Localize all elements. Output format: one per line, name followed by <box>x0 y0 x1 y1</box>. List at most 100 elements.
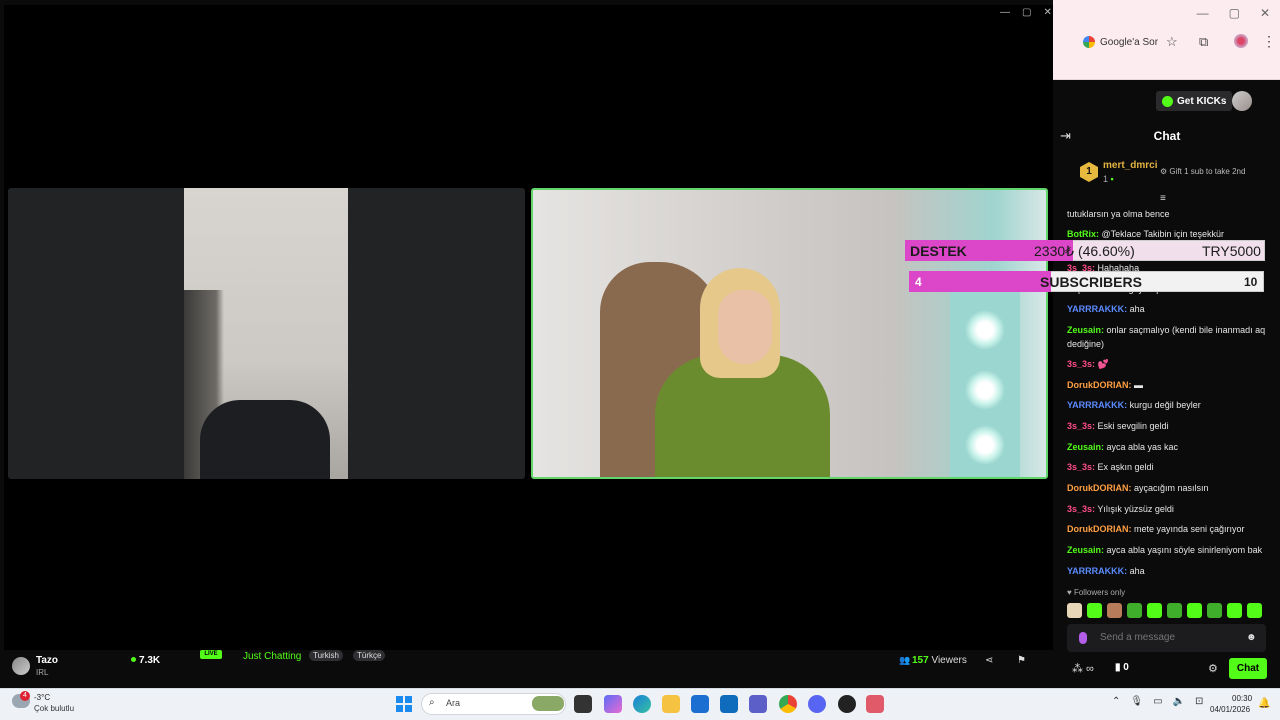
chat-text: ayca abla yas kac <box>1104 442 1179 452</box>
store-icon[interactable] <box>691 695 709 713</box>
live-badge: LIVE <box>200 650 222 659</box>
chat-message: YARRRAKKK: aha <box>1067 302 1267 316</box>
scroll-down-icon[interactable]: ≡ <box>1160 193 1166 204</box>
chevron-up-icon[interactable]: ⌃ <box>1112 696 1120 707</box>
emoji-icon[interactable]: ☻ <box>1246 632 1257 643</box>
collapse-chat-icon[interactable]: ⇥ <box>1060 128 1071 144</box>
close-icon[interactable]: ✕ <box>1043 7 1051 18</box>
chat-text: ayca abla yaşını söyle sinirleniyom bak <box>1104 545 1263 555</box>
chair-shape <box>200 400 330 479</box>
person-face-shape <box>718 290 772 364</box>
chat-username[interactable]: BotRix: <box>1067 229 1099 239</box>
chat-username[interactable]: YARRRAKKK: <box>1067 566 1127 576</box>
chat-username[interactable]: Zeusain: <box>1067 442 1104 452</box>
search-highlight-image <box>532 696 564 711</box>
browser-menu-icon[interactable]: ⋮ <box>1262 33 1276 50</box>
emote-icon[interactable] <box>1107 603 1122 618</box>
followers-only-notice: ♥ Followers only <box>1067 588 1126 597</box>
emote-icon[interactable] <box>1067 603 1082 618</box>
emote-icon[interactable] <box>1087 603 1102 618</box>
chat-username[interactable]: 3s_3s: <box>1067 421 1095 431</box>
start-button[interactable] <box>396 696 412 712</box>
clock-time[interactable]: 00:30 <box>1232 694 1252 703</box>
emote-icon[interactable] <box>1207 603 1222 618</box>
report-icon[interactable]: ⚑ <box>1017 655 1026 666</box>
chat-text: ▬ <box>1131 380 1144 390</box>
streamer-avatar[interactable] <box>12 657 30 675</box>
chat-username[interactable]: Zeusain: <box>1067 325 1104 335</box>
emote-icon[interactable] <box>1247 603 1262 618</box>
get-kicks-button[interactable]: Get KICKs <box>1156 91 1233 111</box>
volume-icon[interactable]: 🔈 <box>1173 696 1185 707</box>
profile-avatar[interactable] <box>1234 34 1248 48</box>
edge-icon[interactable] <box>633 695 651 713</box>
chat-message: DorukDORIAN: ayçacığım nasılsın <box>1067 481 1267 495</box>
task-view-icon[interactable] <box>574 695 592 713</box>
chat-tools-icons[interactable]: ⁂ ∞ <box>1072 662 1094 675</box>
gift-sub-prompt[interactable]: ⚙ Gift 1 sub to take 2nd <box>1160 167 1245 176</box>
share-icon[interactable]: ⋖ <box>985 655 993 666</box>
streamer-name[interactable]: Tazo <box>36 655 58 666</box>
minimize-icon[interactable]: — <box>1000 7 1010 18</box>
chat-text: 💕 <box>1095 359 1109 369</box>
gift-counter[interactable]: ▮ 0 <box>1115 662 1129 673</box>
bookmark-star-icon[interactable]: ☆ <box>1166 34 1178 50</box>
chat-username[interactable]: YARRRAKKK: <box>1067 400 1127 410</box>
send-chat-button[interactable]: Chat <box>1229 658 1267 679</box>
clock-date[interactable]: 04/01/2026 <box>1210 705 1250 714</box>
emote-icon[interactable] <box>1167 603 1182 618</box>
top-gifter-username[interactable]: mert_dmrci <box>1103 160 1157 171</box>
settings-icon[interactable]: ⚙ <box>1208 662 1218 675</box>
monitor-icon[interactable]: ▭ <box>1153 696 1162 707</box>
chat-message: tutuklarsın ya olma bence <box>1067 207 1267 221</box>
close-icon[interactable]: ✕ <box>1260 6 1270 22</box>
minimize-icon[interactable]: — <box>1197 6 1209 22</box>
kicks-coin-icon <box>1162 95 1173 107</box>
emote-icon[interactable] <box>1127 603 1142 618</box>
chat-username[interactable]: Zeusain: <box>1067 545 1104 555</box>
chat-message: DorukDORIAN: ▬ <box>1067 378 1267 392</box>
chat-message: YARRRAKKK: aha <box>1067 564 1267 578</box>
live-dot-icon <box>131 657 136 662</box>
emote-icon[interactable] <box>1227 603 1242 618</box>
call-window-controls: — ▢ ✕ <box>1000 7 1052 18</box>
outlook-icon[interactable] <box>720 695 738 713</box>
notification-icon[interactable]: 🔔 <box>1258 698 1270 709</box>
chat-username[interactable]: DorukDORIAN: <box>1067 380 1132 390</box>
chat-username[interactable]: YARRRAKKK: <box>1067 304 1127 314</box>
cast-icon[interactable]: ⊡ <box>1195 696 1203 707</box>
teams-icon[interactable] <box>749 695 767 713</box>
emote-icon[interactable] <box>1147 603 1162 618</box>
chat-input[interactable] <box>1100 632 1230 643</box>
microphone-icon[interactable]: 🎙 <box>1130 696 1143 707</box>
extensions-icon[interactable]: ⧉ <box>1199 34 1208 50</box>
category-link[interactable]: Just Chatting <box>243 651 301 662</box>
tag-turkce[interactable]: Türkçe <box>353 650 386 661</box>
copilot-icon[interactable] <box>604 695 622 713</box>
chat-username[interactable]: DorukDORIAN: <box>1067 524 1132 534</box>
donation-goal-label: DESTEK <box>910 243 967 259</box>
chrome-icon[interactable] <box>779 695 797 713</box>
chat-text: @Teklace Takibin için teşekkür <box>1099 229 1225 239</box>
file-explorer-icon[interactable] <box>662 695 680 713</box>
chat-username[interactable]: 3s_3s: <box>1067 359 1095 369</box>
chat-username[interactable]: 3s_3s: <box>1067 504 1095 514</box>
app-icon[interactable] <box>838 695 856 713</box>
chat-message: 3s_3s: 💕 <box>1067 357 1267 371</box>
maximize-icon[interactable]: ▢ <box>1229 6 1240 22</box>
video-call-app-icon[interactable] <box>866 695 884 713</box>
microphone-icon[interactable] <box>1079 632 1087 644</box>
google-ask-label: Google'a Sor <box>1100 36 1159 48</box>
chat-text: aha <box>1127 304 1145 314</box>
sub-badge-icon: ▪ <box>1110 174 1114 184</box>
discord-icon[interactable] <box>808 695 826 713</box>
chat-username[interactable]: 3s_3s: <box>1067 462 1095 472</box>
emote-icon[interactable] <box>1187 603 1202 618</box>
chat-username[interactable]: DorukDORIAN: <box>1067 483 1132 493</box>
tag-turkish[interactable]: Turkish <box>309 650 343 661</box>
maximize-icon[interactable]: ▢ <box>1022 7 1031 18</box>
search-label: Ara <box>446 698 461 708</box>
user-avatar[interactable] <box>1232 91 1252 111</box>
chat-text: Ex aşkın geldi <box>1095 462 1154 472</box>
google-ask-button[interactable]: Google'a Sor <box>1083 32 1158 52</box>
